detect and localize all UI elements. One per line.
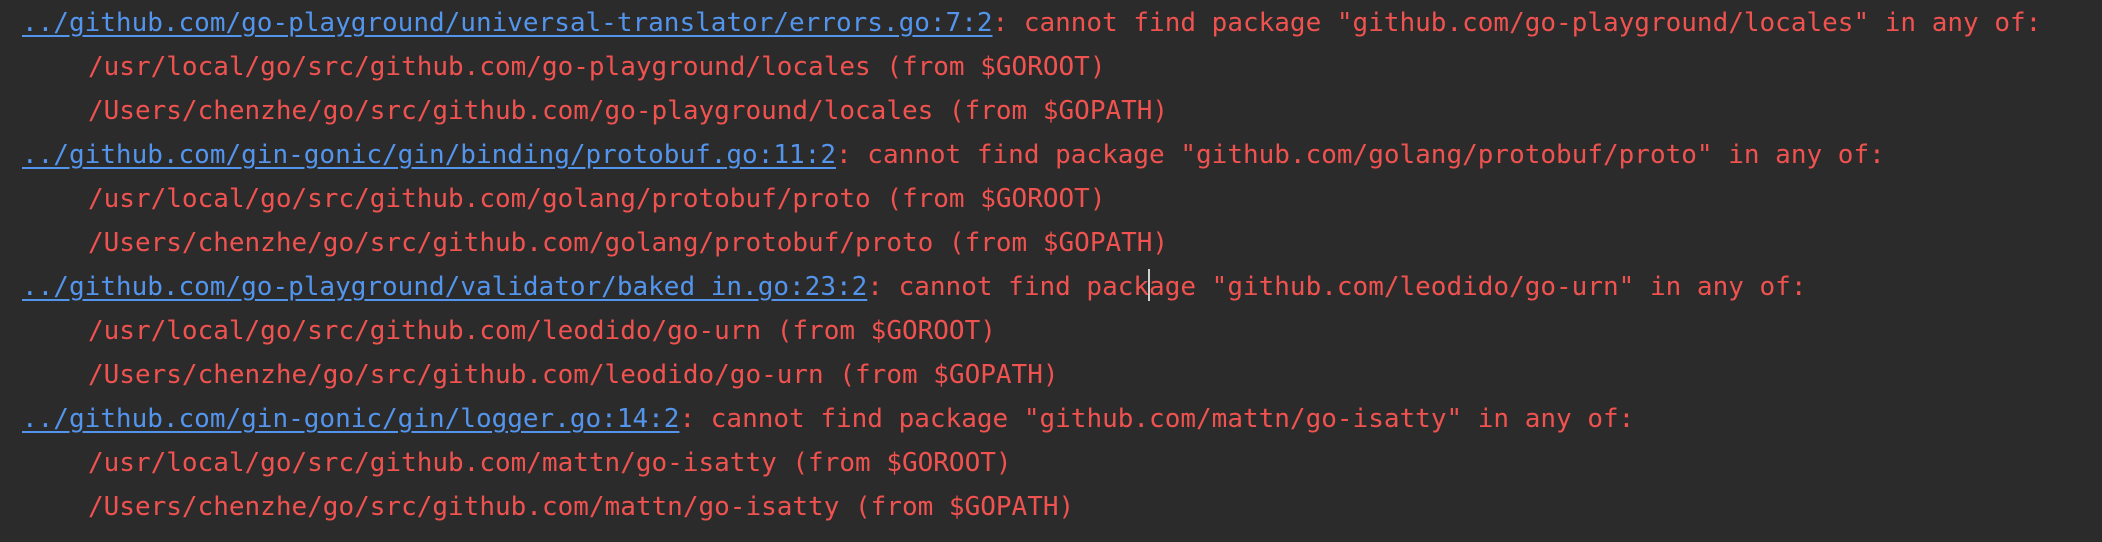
error-message: : cannot find package "github.com/golang… — [835, 140, 1885, 170]
error-line: ../github.com/gin-gonic/gin/binding/prot… — [0, 133, 2102, 177]
search-path: /Users/chenzhe/go/src/github.com/golang/… — [88, 228, 1169, 258]
search-path-line: /usr/local/go/src/github.com/golang/prot… — [0, 177, 2102, 221]
search-path-line: /Users/chenzhe/go/src/github.com/golang/… — [0, 221, 2102, 265]
search-path: /usr/local/go/src/github.com/mattn/go-is… — [88, 448, 1012, 478]
search-path: /usr/local/go/src/github.com/go-playgrou… — [88, 52, 1106, 82]
search-path-line: /Users/chenzhe/go/src/github.com/mattn/g… — [0, 485, 2102, 529]
error-message: : cannot find pack — [867, 272, 1150, 302]
error-message: age "github.com/leodido/go-urn" in any o… — [1149, 272, 1807, 302]
search-path-line: /usr/local/go/src/github.com/mattn/go-is… — [0, 441, 2102, 485]
search-path: /Users/chenzhe/go/src/github.com/go-play… — [88, 96, 1169, 126]
error-message: : cannot find package "github.com/mattn/… — [679, 404, 1635, 434]
search-path-line: /Users/chenzhe/go/src/github.com/leodido… — [0, 353, 2102, 397]
search-path: /usr/local/go/src/github.com/leodido/go-… — [88, 316, 996, 346]
search-path: /Users/chenzhe/go/src/github.com/mattn/g… — [88, 492, 1075, 522]
console-output[interactable]: ../github.com/go-playground/universal-tr… — [0, 0, 2102, 542]
search-path-line: /Users/chenzhe/go/src/github.com/go-play… — [0, 89, 2102, 133]
search-path: /Users/chenzhe/go/src/github.com/leodido… — [88, 360, 1059, 390]
file-link[interactable]: ../github.com/gin-gonic/gin/binding/prot… — [22, 140, 836, 170]
error-line: ../github.com/go-playground/validator/ba… — [0, 265, 2102, 309]
error-line: ../github.com/go-playground/universal-tr… — [0, 1, 2102, 45]
file-link[interactable]: ../github.com/gin-gonic/gin/logger.go:14… — [22, 404, 679, 434]
search-path-line: /usr/local/go/src/github.com/leodido/go-… — [0, 309, 2102, 353]
error-message: : cannot find package "github.com/go-pla… — [992, 8, 2042, 38]
search-path-line: /usr/local/go/src/github.com/go-playgrou… — [0, 45, 2102, 89]
error-line: ../github.com/gin-gonic/gin/logger.go:14… — [0, 397, 2102, 441]
file-link[interactable]: ../github.com/go-playground/validator/ba… — [22, 272, 867, 302]
file-link[interactable]: ../github.com/go-playground/universal-tr… — [22, 8, 993, 38]
search-path: /usr/local/go/src/github.com/golang/prot… — [88, 184, 1106, 214]
